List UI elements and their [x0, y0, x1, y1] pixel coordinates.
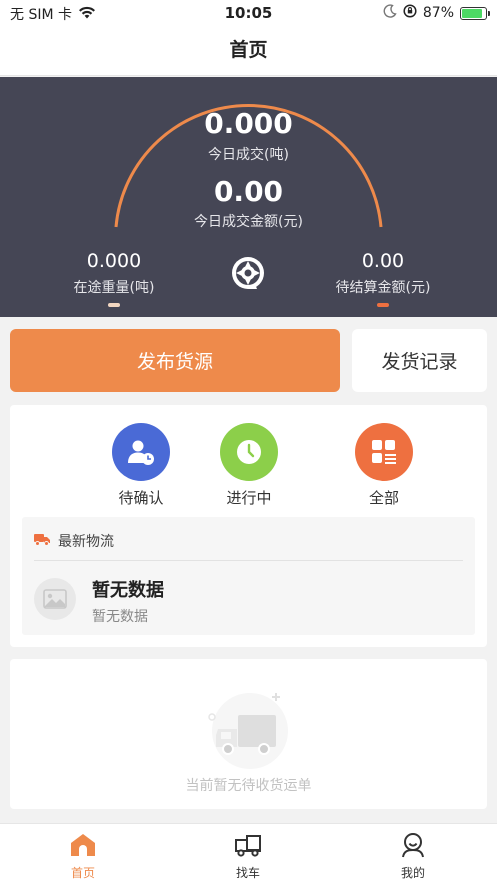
- today-volume-value: 0.000: [204, 107, 293, 140]
- status-bar: 无 SIM 卡 10:05 87%: [0, 0, 497, 26]
- today-volume-label: 今日成交(吨): [208, 147, 289, 163]
- divider: [34, 560, 463, 561]
- stats-dashboard: 0.000 今日成交(吨) 0.00 今日成交金额(元) 0.000 在途重量(…: [0, 77, 497, 317]
- truck-icon: [34, 533, 50, 550]
- status-pending-confirm-label: 待确认: [118, 489, 164, 507]
- status-all[interactable]: 全部: [334, 423, 434, 508]
- latest-logistics-panel[interactable]: 最新物流 暂无数据 暂无数据: [22, 517, 475, 635]
- publish-cargo-button[interactable]: 发布货源: [10, 329, 340, 392]
- battery-percent: 87%: [422, 5, 454, 21]
- tab-home[interactable]: 首页: [33, 832, 133, 881]
- user-clock-icon: [112, 423, 170, 481]
- truck-icon: [198, 832, 298, 862]
- tab-find-truck-label: 找车: [235, 866, 260, 880]
- tab-profile-label: 我的: [400, 866, 425, 880]
- moon-icon: [383, 4, 397, 22]
- rotation-lock-icon: [403, 4, 417, 22]
- empty-truck-icon: [204, 687, 296, 775]
- status-pending-confirm[interactable]: 待确认: [91, 423, 191, 508]
- logistics-subtitle: 暂无数据: [92, 609, 148, 625]
- empty-waybill-card: 当前暂无待收货运单: [10, 659, 487, 809]
- page-title: 首页: [0, 26, 497, 76]
- logistics-title: 暂无数据: [92, 580, 164, 601]
- bottom-tab-bar: 首页 找车 我的: [0, 823, 497, 883]
- logistics-header: 最新物流: [34, 531, 114, 551]
- order-status-card: 待确认 进行中 全部 最新物流 暂无数据 暂无数据: [10, 405, 487, 647]
- logistics-header-label: 最新物流: [58, 534, 114, 550]
- today-amount-label: 今日成交金额(元): [194, 214, 303, 230]
- pending-settle-label: 待结算金额(元): [335, 280, 431, 296]
- tab-find-truck[interactable]: 找车: [198, 832, 298, 881]
- page-indicator-left: [108, 303, 120, 307]
- tab-profile[interactable]: 我的: [363, 832, 463, 881]
- tab-home-label: 首页: [70, 866, 95, 880]
- status-in-progress-label: 进行中: [226, 489, 272, 507]
- grid-list-icon: [355, 423, 413, 481]
- home-icon: [33, 832, 133, 862]
- battery-icon: [460, 6, 490, 20]
- page-indicator-right: [377, 303, 389, 307]
- app-logo-icon: [227, 253, 269, 295]
- image-placeholder-icon: [34, 578, 76, 620]
- transit-weight-label: 在途重量(吨): [73, 280, 155, 296]
- today-amount-value: 0.00: [213, 175, 284, 208]
- shipping-records-button[interactable]: 发货记录: [352, 329, 487, 392]
- empty-waybill-text: 当前暂无待收货运单: [185, 778, 312, 794]
- transit-weight-value: 0.000: [86, 250, 142, 272]
- profile-icon: [363, 832, 463, 862]
- pending-settle-value: 0.00: [361, 250, 405, 272]
- clock-icon: [220, 423, 278, 481]
- status-in-progress[interactable]: 进行中: [199, 423, 299, 508]
- status-all-label: 全部: [368, 489, 399, 507]
- status-right: 87%: [383, 4, 490, 22]
